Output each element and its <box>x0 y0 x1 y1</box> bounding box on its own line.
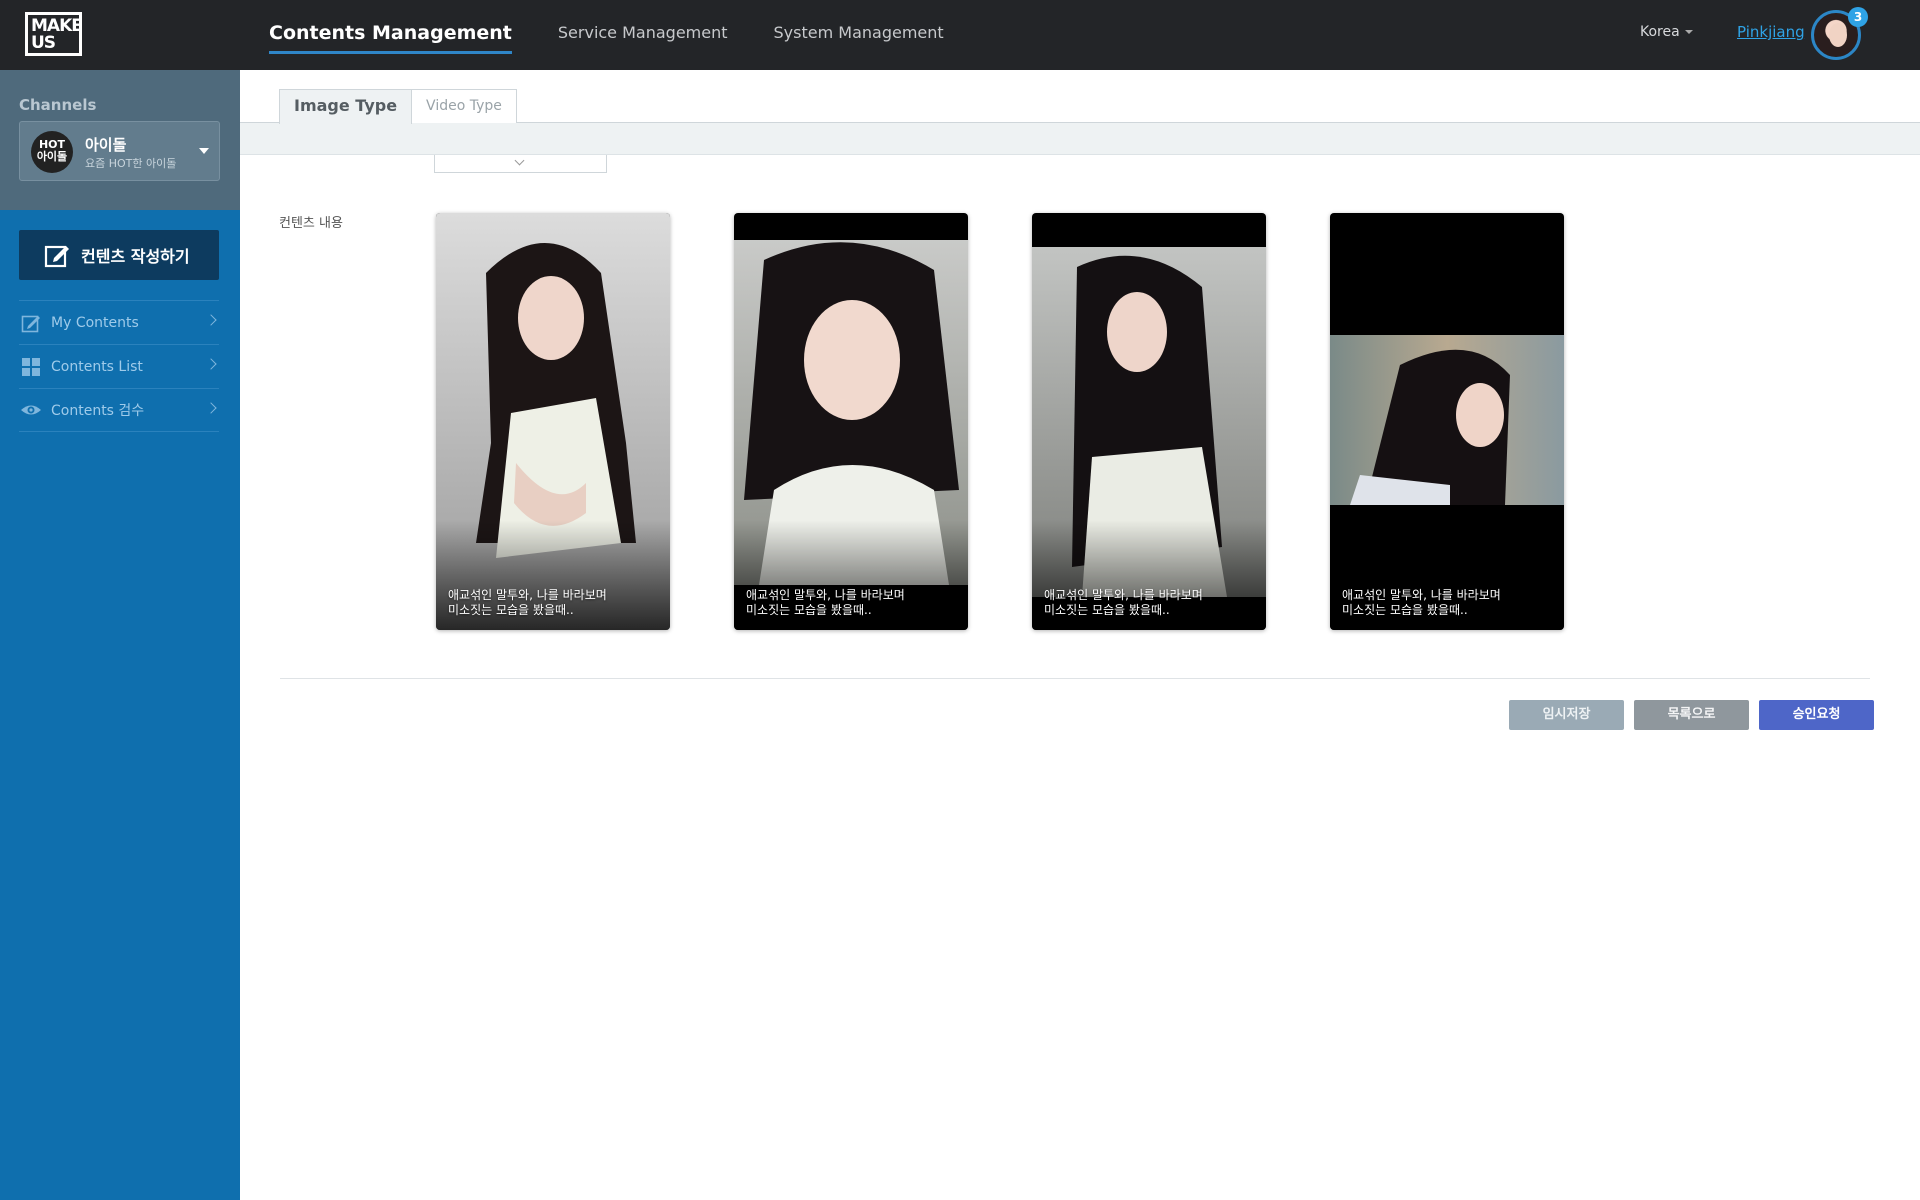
chevron-right-icon <box>205 358 217 370</box>
create-contents-button[interactable]: 컨텐츠 작성하기 <box>19 230 219 280</box>
section-divider <box>280 678 1870 679</box>
sidebar-item-contents-list[interactable]: Contents List <box>19 344 219 388</box>
tab-image-type[interactable]: Image Type <box>279 89 413 124</box>
tab-video-type[interactable]: Video Type <box>411 89 517 123</box>
channels-title: Channels <box>19 96 97 114</box>
chevron-right-icon <box>205 402 217 414</box>
edit-icon <box>21 315 40 332</box>
grid-icon <box>22 357 40 376</box>
nav-service-management[interactable]: Service Management <box>558 0 728 70</box>
back-to-list-button[interactable]: 목록으로 <box>1634 700 1749 730</box>
app-logo[interactable]: MAKE US <box>25 12 83 56</box>
channel-subtitle: 요즘 HOT한 아이돌 <box>85 157 177 170</box>
sidebar-item-label: Contents List <box>51 358 143 375</box>
region-label: Korea <box>1640 24 1680 40</box>
action-buttons: 임시저장 목록으로 승인요청 <box>1499 700 1874 730</box>
content-card[interactable]: 애교섞인 말투와, 나를 바라보며 미소짓는 모습을 봤을때.. <box>734 213 968 630</box>
channel-logo-line-2: 아이돌 <box>36 150 68 163</box>
collapse-toggle[interactable] <box>434 155 607 173</box>
contents-field-label: 컨텐츠 내용 <box>279 216 343 231</box>
sidebar-item-label: Contents 검수 <box>51 403 145 419</box>
card-caption: 애교섞인 말투와, 나를 바라보며 미소짓는 모습을 봤을때.. <box>448 588 607 617</box>
sidebar: Channels HOT 아이돌 아이돌 요즘 HOT한 아이돌 컨텐츠 작성하… <box>0 70 240 1200</box>
sidebar-item-label: My Contents <box>51 314 139 331</box>
sidebar-item-my-contents[interactable]: My Contents <box>19 300 219 344</box>
nav-system-management[interactable]: System Management <box>774 0 944 70</box>
chevron-right-icon <box>205 314 217 326</box>
channels-panel: Channels HOT 아이돌 아이돌 요즘 HOT한 아이돌 <box>0 70 240 210</box>
content-type-tabs: Image Type Video Type <box>279 89 517 124</box>
request-approval-button[interactable]: 승인요청 <box>1759 700 1874 730</box>
card-caption: 애교섞인 말투와, 나를 바라보며 미소짓는 모습을 봤을때.. <box>1342 588 1501 617</box>
content-cards: 애교섞인 말투와, 나를 바라보며 미소짓는 모습을 봤을때.. 애교섞인 말투… <box>436 213 1628 630</box>
chevron-down-icon <box>514 155 525 166</box>
caret-down-icon <box>199 148 209 154</box>
nav-contents-management[interactable]: Contents Management <box>269 0 512 70</box>
sidebar-item-contents-review[interactable]: Contents 검수 <box>19 388 219 432</box>
top-bar: MAKE US Contents Management Service Mana… <box>0 0 1920 70</box>
notification-badge[interactable]: 3 <box>1848 7 1868 27</box>
channel-logo: HOT 아이돌 <box>31 131 73 173</box>
tab-strip <box>240 122 1920 155</box>
channel-select[interactable]: HOT 아이돌 아이돌 요즘 HOT한 아이돌 <box>19 121 220 181</box>
content-card[interactable]: 애교섞인 말투와, 나를 바라보며 미소짓는 모습을 봤을때.. <box>1330 213 1564 630</box>
card-caption: 애교섞인 말투와, 나를 바라보며 미소짓는 모습을 봤을때.. <box>746 588 905 617</box>
content-card[interactable]: 애교섞인 말투와, 나를 바라보며 미소짓는 모습을 봤을때.. <box>436 213 670 630</box>
channel-name: 아이돌 <box>85 136 127 154</box>
region-selector[interactable]: Korea <box>1640 24 1693 40</box>
content-card[interactable]: 애교섞인 말투와, 나를 바라보며 미소짓는 모습을 봤을때.. <box>1032 213 1266 630</box>
top-nav: Contents Management Service Management S… <box>269 0 990 70</box>
sidebar-menu: My Contents Contents List Contents 검수 <box>19 300 219 432</box>
logo-line-2: US <box>31 33 56 53</box>
eye-icon <box>21 405 41 415</box>
card-photo <box>1330 335 1564 505</box>
create-contents-label: 컨텐츠 작성하기 <box>81 247 190 266</box>
avatar-face <box>1829 23 1847 47</box>
temp-save-button[interactable]: 임시저장 <box>1509 700 1624 730</box>
card-caption: 애교섞인 말투와, 나를 바라보며 미소짓는 모습을 봤을때.. <box>1044 588 1203 617</box>
caret-down-icon <box>1684 30 1693 34</box>
edit-icon <box>44 245 69 268</box>
username-link[interactable]: Pinkjiang <box>1737 23 1805 41</box>
